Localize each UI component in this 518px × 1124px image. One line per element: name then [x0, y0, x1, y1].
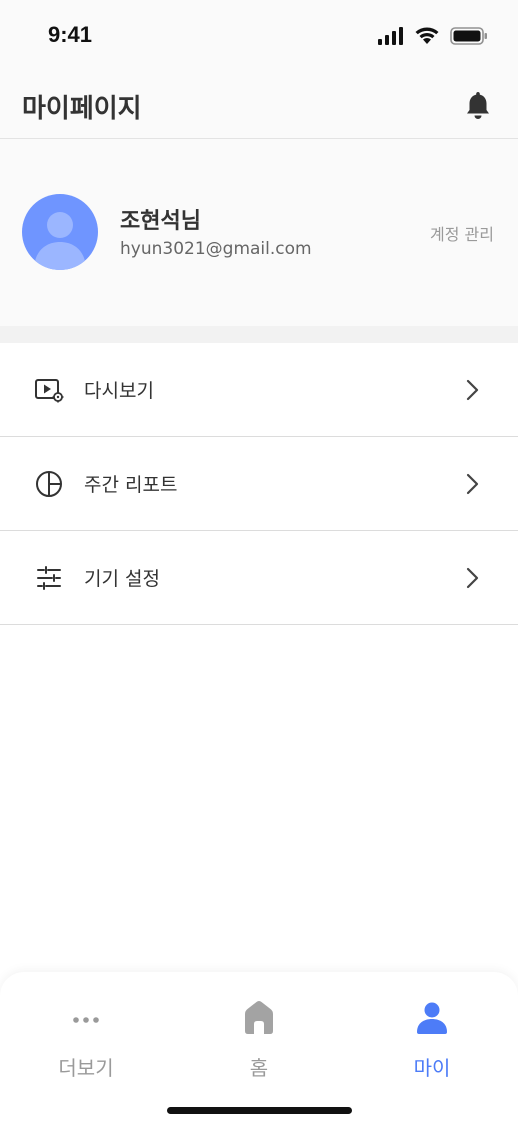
tab-my[interactable]: 마이: [346, 972, 518, 1092]
tab-home[interactable]: 홈: [173, 972, 345, 1092]
notification-bell-icon[interactable]: [464, 90, 492, 120]
menu-item-weekly-report[interactable]: 주간 리포트: [0, 437, 518, 531]
cellular-signal-icon: [378, 26, 403, 45]
status-icons: [378, 26, 488, 45]
menu-label-weekly-report: 주간 리포트: [84, 474, 178, 496]
home-icon: [245, 1001, 273, 1034]
section-divider: [0, 326, 518, 343]
menu-label-replay: 다시보기: [84, 380, 154, 402]
wifi-icon: [415, 27, 439, 44]
replay-video-icon: [35, 379, 64, 403]
avatar[interactable]: [22, 194, 98, 270]
status-bar: 9:41: [0, 0, 518, 72]
profile-section: 조현석님 hyun3021@gmail.com 계정 관리: [0, 139, 518, 326]
menu-item-replay[interactable]: 다시보기: [0, 343, 518, 437]
default-avatar-icon: [34, 212, 86, 270]
menu-item-device-settings[interactable]: 기기 설정: [0, 531, 518, 625]
header: 마이페이지: [0, 72, 518, 139]
chevron-right-icon: [466, 567, 479, 589]
chevron-right-icon: [466, 379, 479, 401]
person-icon: [417, 1002, 447, 1034]
menu-list: 다시보기 주간 리포트 기기 설정: [0, 343, 518, 625]
menu-label-device-settings: 기기 설정: [84, 568, 160, 590]
tab-more[interactable]: 더보기: [0, 972, 172, 1092]
tab-label-my: 마이: [413, 1056, 451, 1080]
user-name: 조현석님: [120, 209, 201, 234]
battery-icon: [450, 26, 487, 45]
chevron-right-icon: [466, 473, 479, 495]
tab-label-more: 더보기: [58, 1056, 114, 1080]
tab-label-home: 홈: [249, 1056, 269, 1080]
bottom-tab-bar: 더보기 홈 마이: [0, 972, 518, 1124]
page-title: 마이페이지: [22, 94, 142, 124]
account-manage-link[interactable]: 계정 관리: [430, 221, 494, 245]
more-dots-icon: [73, 1017, 99, 1023]
home-indicator: [167, 1107, 352, 1114]
sliders-icon: [37, 566, 61, 590]
pie-chart-icon: [36, 471, 62, 497]
user-email: hyun3021@gmail.com: [120, 239, 312, 259]
status-time: 9:41: [48, 22, 93, 47]
